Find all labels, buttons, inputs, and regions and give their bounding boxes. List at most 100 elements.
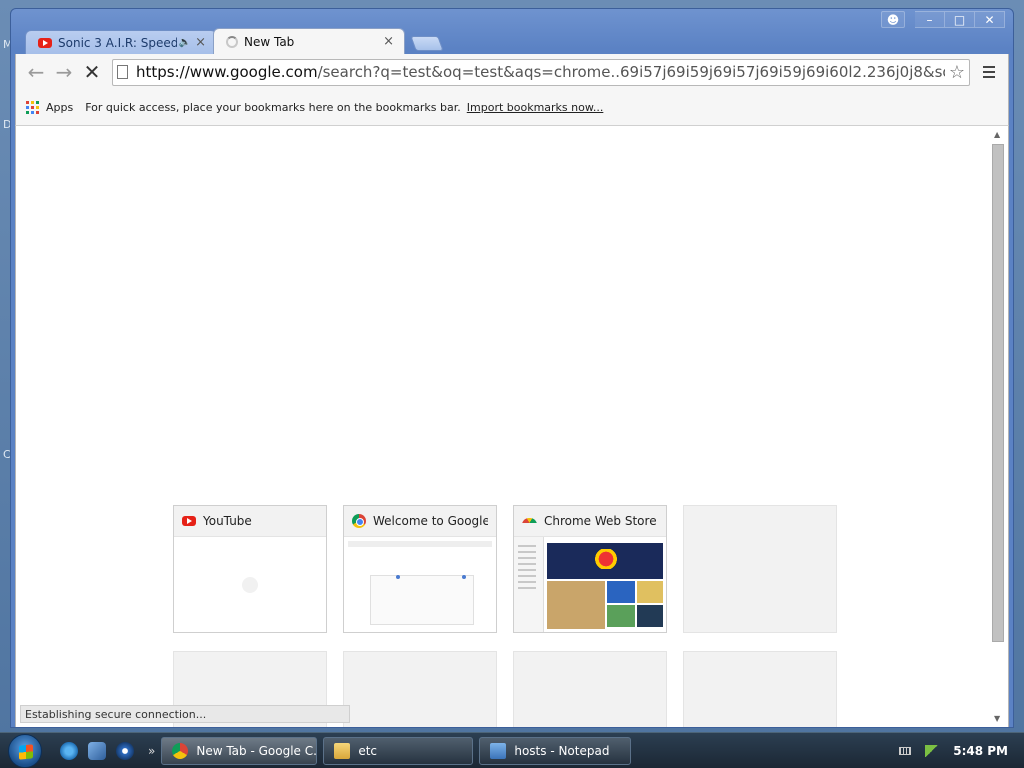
thumbnail-placeholder: [242, 577, 258, 593]
chrome-icon: [172, 742, 189, 759]
most-visited-tile-empty: [683, 651, 837, 727]
tile-title: YouTube: [203, 514, 252, 528]
thumbnail-app-tile: [607, 605, 635, 627]
apps-grid-dot: [36, 111, 39, 114]
thumbnail-toolbar: [348, 541, 492, 547]
network-icon[interactable]: [925, 744, 940, 757]
start-button[interactable]: [8, 733, 42, 768]
apps-grid-icon: [26, 101, 39, 114]
apps-grid-dot: [26, 111, 29, 114]
page-icon: [117, 65, 128, 79]
taskbar-button-label: New Tab - Google C...: [196, 743, 318, 758]
apps-grid-dot: [36, 101, 39, 104]
system-tray: 5:48 PM: [899, 733, 1024, 768]
chrome-menu-button[interactable]: [976, 59, 1002, 85]
notepad-icon: [490, 742, 507, 759]
quick-launch-overflow-button[interactable]: »: [148, 744, 155, 758]
stop-loading-button[interactable]: ✕: [78, 58, 106, 86]
most-visited-grid: YouTube Welcome to Google Chrome Web Sto…: [173, 505, 837, 727]
taskbar-button-label: hosts - Notepad: [514, 743, 610, 758]
apps-label: Apps: [46, 101, 74, 114]
windows-logo-icon: [19, 743, 33, 760]
taskbar-button-etc[interactable]: etc: [323, 736, 474, 765]
clock[interactable]: 5:48 PM: [953, 744, 1008, 758]
back-button[interactable]: ←: [22, 58, 50, 86]
keyboard-icon[interactable]: [899, 746, 912, 755]
thumbnail-banner: [547, 543, 663, 579]
forward-button[interactable]: →: [50, 58, 78, 86]
chrome-window: ☻ – □ ✕ Sonic 3 A.I.R: Speedster 🔈 × New…: [10, 8, 1014, 728]
bookmark-star-icon[interactable]: ☆: [949, 62, 965, 83]
page-content: YouTube Welcome to Google Chrome Web Sto…: [15, 126, 1009, 727]
control-panel-icon[interactable]: [88, 741, 106, 760]
most-visited-tile-welcome[interactable]: Welcome to Google C: [343, 505, 497, 633]
user-profile-icon[interactable]: ☻: [881, 11, 905, 28]
tile-header: Chrome Web Store: [514, 506, 666, 537]
tab-strip: Sonic 3 A.I.R: Speedster 🔈 × New Tab ×: [25, 28, 444, 54]
scrollbar-thumb[interactable]: [992, 144, 1004, 642]
tab-close-icon[interactable]: ×: [383, 34, 394, 49]
folder-icon: [334, 742, 351, 759]
apps-grid-dot: [26, 101, 29, 104]
media-player-icon[interactable]: [116, 741, 134, 760]
minimize-icon[interactable]: –: [915, 11, 945, 28]
most-visited-tile-empty: [343, 651, 497, 727]
most-visited-tile-empty: [683, 505, 837, 633]
thumbnail-app-tile: [637, 581, 663, 603]
bookmarks-hint-text: For quick access, place your bookmarks h…: [85, 101, 461, 114]
tile-header: Welcome to Google C: [344, 506, 496, 537]
chrome-icon: [352, 514, 366, 528]
taskbar-button-chrome[interactable]: New Tab - Google C...: [161, 736, 318, 765]
apps-grid-dot: [31, 101, 34, 104]
apps-grid-dot: [26, 106, 29, 109]
tab-close-icon[interactable]: ×: [195, 35, 206, 50]
maximize-icon[interactable]: □: [945, 11, 975, 28]
scroll-up-arrow-icon[interactable]: ▲: [994, 130, 1000, 139]
thumbnail-sidebar: [514, 537, 544, 632]
loading-spinner-icon: [226, 35, 238, 48]
window-controls: ☻ – □ ✕: [881, 11, 1005, 28]
tile-thumbnail: [174, 537, 326, 632]
thumbnail-app-tile: [547, 581, 605, 629]
apps-grid-dot: [31, 111, 34, 114]
bookmarks-bar: Apps For quick access, place your bookma…: [15, 90, 1009, 126]
taskbar-button-label: etc: [358, 743, 378, 758]
tab-sonic-video[interactable]: Sonic 3 A.I.R: Speedster 🔈 ×: [25, 30, 217, 54]
tile-thumbnail: [514, 537, 666, 632]
tile-header: YouTube: [174, 506, 326, 537]
address-bar[interactable]: https://www.google.com/search?q=test&oq=…: [112, 58, 970, 86]
thumbnail-card: [370, 575, 474, 625]
thumbnail-app-tile: [637, 605, 663, 627]
import-bookmarks-link[interactable]: Import bookmarks now...: [467, 101, 604, 114]
url-host: https://www.google.com: [136, 63, 318, 81]
scroll-down-arrow-icon[interactable]: ▼: [994, 714, 1000, 723]
audio-playing-icon: 🔈: [178, 37, 192, 48]
vertical-scrollbar[interactable]: ▲ ▼: [992, 130, 1005, 723]
tab-new-tab[interactable]: New Tab ×: [213, 28, 405, 54]
most-visited-tile-web-store[interactable]: Chrome Web Store: [513, 505, 667, 633]
browser-toolbar: ← → ✕ https://www.google.com/search?q=te…: [15, 54, 1009, 90]
taskbar-button-notepad[interactable]: hosts - Notepad: [479, 736, 632, 765]
apps-grid-dot: [36, 106, 39, 109]
tile-thumbnail: [344, 537, 496, 632]
tile-title: Chrome Web Store: [544, 514, 657, 528]
thumbnail-dot: [462, 575, 466, 579]
most-visited-tile-youtube[interactable]: YouTube: [173, 505, 327, 633]
url-path: /search?q=test&oq=test&aqs=chrome..69i57…: [317, 63, 945, 81]
tab-title: New Tab: [244, 34, 295, 49]
status-bubble: Establishing secure connection...: [20, 705, 350, 723]
chrome-web-store-icon: [522, 518, 537, 528]
thumbnail-dot: [396, 575, 400, 579]
most-visited-tile-empty: [513, 651, 667, 727]
thumbnail-app-tile: [607, 581, 635, 603]
url-text[interactable]: https://www.google.com/search?q=test&oq=…: [136, 63, 945, 81]
tile-title: Welcome to Google C: [373, 514, 488, 528]
new-tab-button[interactable]: [410, 36, 444, 51]
apps-shortcut[interactable]: Apps: [26, 101, 73, 114]
internet-explorer-icon[interactable]: [60, 741, 78, 760]
tab-title: Sonic 3 A.I.R: Speedster: [58, 35, 177, 50]
windows-taskbar: » New Tab - Google C... etc hosts - Note…: [0, 732, 1024, 768]
apps-grid-dot: [31, 106, 34, 109]
quick-launch: »: [60, 741, 155, 760]
close-icon[interactable]: ✕: [975, 11, 1005, 28]
